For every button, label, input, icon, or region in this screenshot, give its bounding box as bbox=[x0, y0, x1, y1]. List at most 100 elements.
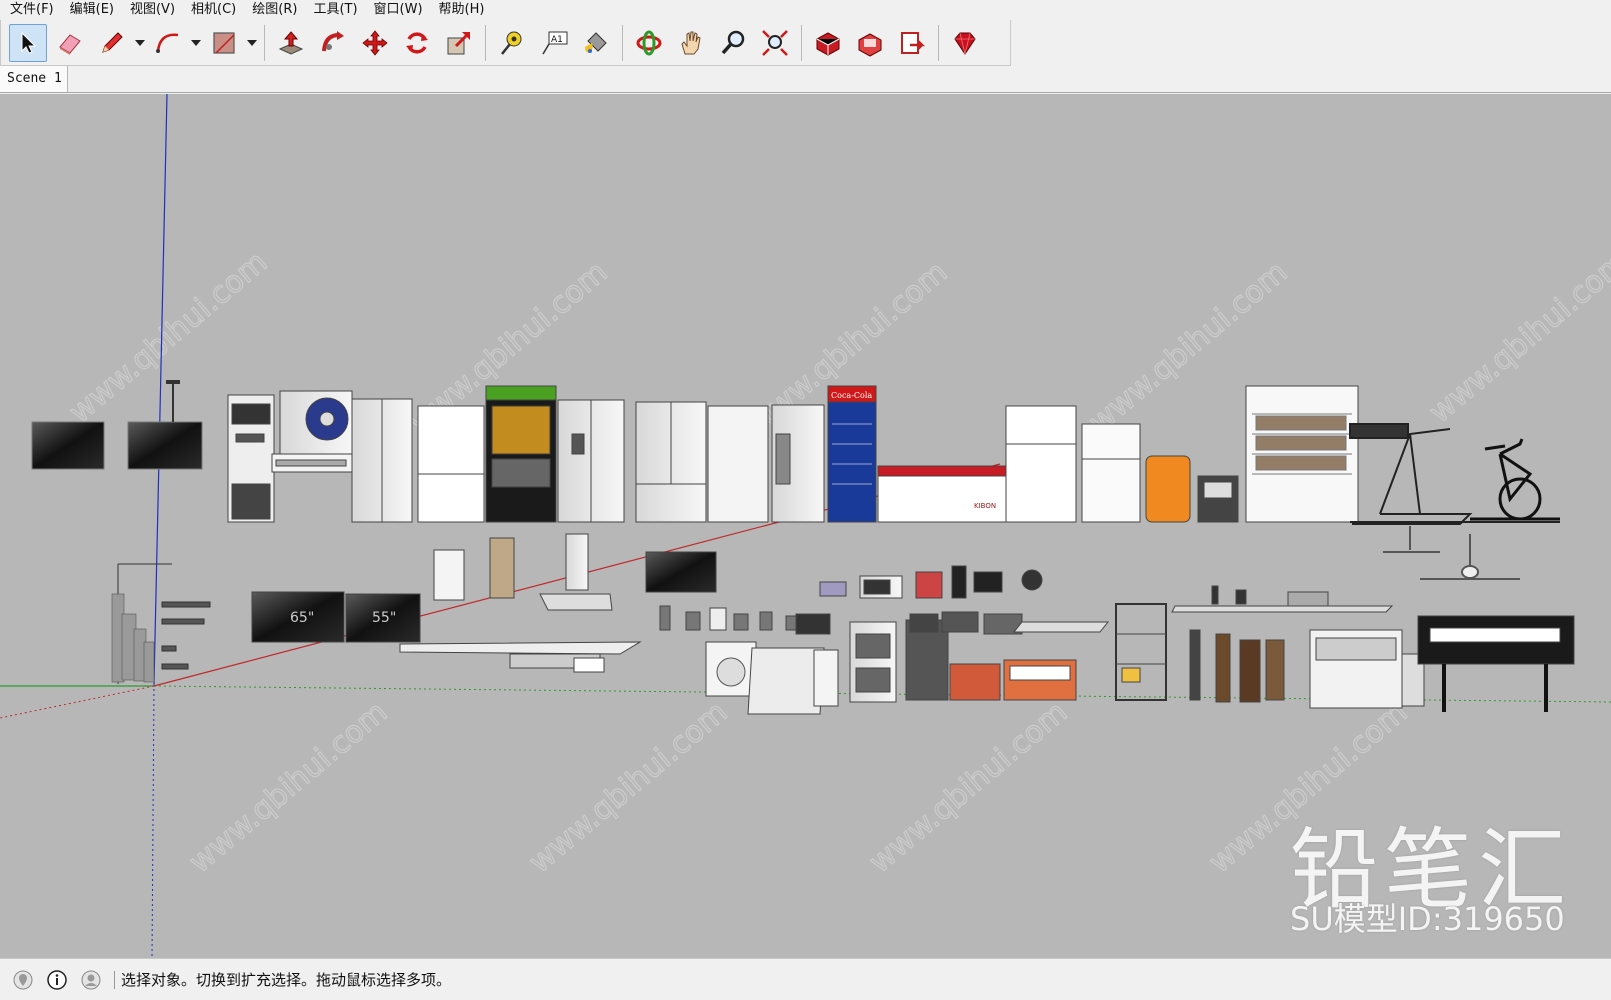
appliance-row-2: 65" 55" bbox=[251, 533, 1575, 715]
arrow-cursor-icon bbox=[21, 31, 37, 54]
human-figures bbox=[111, 593, 155, 683]
watermark-model-id: SU模型ID:319650 bbox=[1290, 900, 1565, 938]
tv-small bbox=[645, 551, 717, 593]
coca-cola-logo: Coca-Cola bbox=[831, 391, 872, 400]
kibon-logo: KIBON bbox=[974, 502, 996, 510]
orbit-tool-button[interactable] bbox=[630, 24, 668, 62]
toolbar-separator bbox=[622, 24, 623, 61]
extension-warehouse-tool-button[interactable] bbox=[851, 24, 889, 62]
retro-fridge-orange bbox=[1145, 455, 1191, 523]
scene-tab-1[interactable]: Scene 1 bbox=[0, 66, 68, 92]
arc-tool-button[interactable] bbox=[149, 24, 187, 62]
status-separator bbox=[114, 970, 115, 989]
menu-bar: 文件(F) 编辑(E) 视图(V) 相机(C) 绘图(R) 工具(T) 窗口(W… bbox=[0, 0, 1611, 20]
3d-warehouse-icon bbox=[816, 31, 840, 56]
zoom-tool-button[interactable] bbox=[714, 24, 752, 62]
shape-tool-button[interactable] bbox=[205, 24, 243, 62]
zoom-extents-tool-button[interactable] bbox=[756, 24, 794, 62]
tv-65-label: 65" bbox=[290, 610, 314, 626]
orbit-icon bbox=[636, 30, 662, 55]
menu-file[interactable]: 文件(F) bbox=[2, 0, 62, 20]
printer-small bbox=[1287, 591, 1329, 607]
arc-dropdown[interactable] bbox=[189, 24, 203, 62]
speaker-2 bbox=[1235, 589, 1247, 605]
desk-fan bbox=[1021, 569, 1043, 591]
move-icon bbox=[362, 29, 388, 56]
ruby-gem-icon bbox=[954, 32, 976, 55]
svg-text:A1: A1 bbox=[551, 35, 563, 45]
kitchen-counter bbox=[399, 641, 642, 655]
drawing-viewport[interactable]: www.qbihui.com www.qbihui.com www.qbihui… bbox=[0, 94, 1611, 958]
espresso-machine bbox=[949, 663, 1001, 701]
warehouse-tool-button[interactable] bbox=[809, 24, 847, 62]
extension-manager-tool-button[interactable] bbox=[946, 24, 984, 62]
layout-icon bbox=[901, 31, 926, 54]
water-dispenser bbox=[433, 549, 465, 601]
select-tool-button[interactable] bbox=[9, 23, 47, 62]
status-message: 选择对象。切换到扩充选择。拖动鼠标选择多项。 bbox=[121, 971, 452, 989]
coffee-machine bbox=[915, 571, 943, 599]
user-account-icon[interactable] bbox=[80, 969, 102, 991]
status-bar: 选择对象。切换到扩充选择。拖动鼠标选择多项。 bbox=[0, 958, 1611, 1000]
eraser-icon bbox=[59, 33, 81, 55]
fridge-8 bbox=[1081, 423, 1141, 523]
exercise-bike bbox=[1470, 438, 1560, 521]
push-pull-tool-button[interactable] bbox=[272, 24, 310, 62]
blue-axis-dotted bbox=[151, 683, 155, 958]
menu-draw[interactable]: 绘图(R) bbox=[244, 0, 305, 20]
fridge-5 bbox=[707, 405, 769, 523]
text-tool-button[interactable]: A1 bbox=[535, 24, 573, 62]
sketchup-window: 文件(F) 编辑(E) 视图(V) 相机(C) 绘图(R) 工具(T) 窗口(W… bbox=[0, 0, 1611, 1000]
paint-bucket-icon bbox=[585, 31, 607, 53]
pencil-dropdown[interactable] bbox=[133, 24, 147, 62]
scene-tabs-bar: Scene 1 bbox=[0, 66, 1611, 93]
menu-help[interactable]: 帮助(H) bbox=[431, 0, 493, 20]
chevron-down-icon bbox=[135, 39, 145, 46]
geo-location-icon[interactable] bbox=[12, 969, 34, 991]
tv-55-label: 55" bbox=[372, 610, 396, 626]
pan-tool-button[interactable] bbox=[672, 24, 710, 62]
menu-tools[interactable]: 工具(T) bbox=[305, 0, 365, 20]
radiator bbox=[747, 647, 825, 715]
shelf-unit bbox=[1115, 603, 1167, 701]
large-tool-set-toolbar: A1 bbox=[0, 20, 1011, 66]
watermark-url: www.qbihui.com bbox=[1423, 245, 1611, 430]
rotate-icon bbox=[406, 31, 428, 54]
scale-tool-button[interactable] bbox=[440, 24, 478, 62]
toolbar-separator bbox=[264, 24, 265, 61]
tape-measure-tool-button[interactable] bbox=[493, 24, 531, 62]
rotate-tool-button[interactable] bbox=[398, 24, 436, 62]
floor-speaker-2 bbox=[1215, 633, 1231, 703]
floor-speaker-4 bbox=[1265, 639, 1285, 701]
toolbar-separator bbox=[485, 24, 486, 61]
menu-edit[interactable]: 编辑(E) bbox=[62, 0, 122, 20]
arc-icon bbox=[156, 33, 179, 53]
floor-speaker-1 bbox=[1189, 629, 1201, 701]
send-to-layout-tool-button[interactable] bbox=[893, 24, 931, 62]
menu-window[interactable]: 窗口(W) bbox=[366, 0, 431, 20]
eraser-tool-button[interactable] bbox=[51, 24, 89, 62]
ceiling-fan-2 bbox=[1420, 534, 1520, 580]
follow-me-tool-button[interactable] bbox=[314, 24, 352, 62]
info-icon[interactable] bbox=[46, 969, 68, 991]
hand-icon bbox=[681, 31, 701, 54]
microwave-2 bbox=[795, 613, 831, 635]
appliance-row-1: Coca-Cola KIBON bbox=[227, 385, 1359, 523]
paint-bucket-tool-button[interactable] bbox=[577, 24, 615, 62]
wall-tv-2 bbox=[127, 421, 203, 470]
water-cooler bbox=[813, 649, 839, 707]
range-hood-2 bbox=[565, 533, 589, 591]
watermark-url: www.qbihui.com bbox=[183, 695, 395, 880]
menu-view[interactable]: 视图(V) bbox=[122, 0, 183, 20]
pencil-tool-button[interactable] bbox=[93, 24, 131, 62]
move-tool-button[interactable] bbox=[356, 24, 394, 62]
rectangle-icon bbox=[213, 31, 235, 54]
monitor bbox=[973, 571, 1003, 593]
scale-icon bbox=[447, 31, 471, 54]
microwave-3 bbox=[909, 613, 939, 633]
chevron-down-icon bbox=[247, 39, 257, 46]
range-hood-1 bbox=[489, 537, 515, 599]
chevron-down-icon bbox=[191, 39, 201, 46]
menu-camera[interactable]: 相机(C) bbox=[183, 0, 244, 20]
shape-dropdown[interactable] bbox=[245, 24, 259, 62]
